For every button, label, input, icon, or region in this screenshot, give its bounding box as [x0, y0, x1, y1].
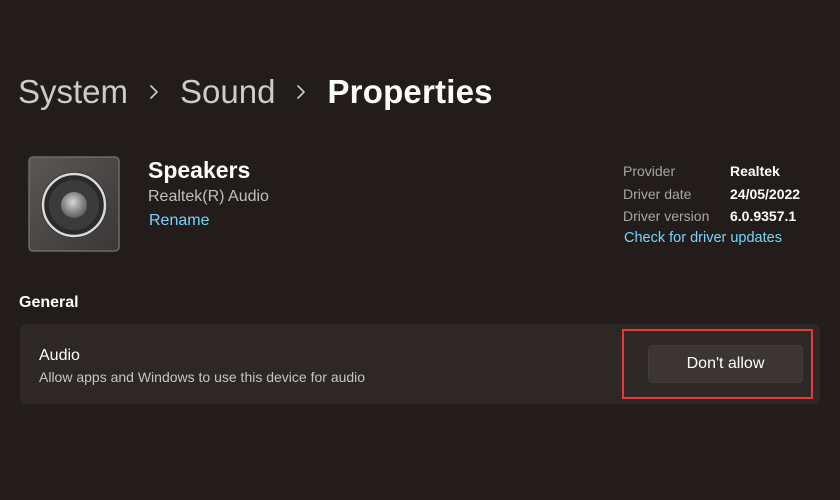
dont-allow-button[interactable]: Don't allow: [648, 345, 803, 383]
provider-label: Provider: [623, 163, 676, 179]
page-title: Properties: [327, 73, 493, 110]
device-subtitle: Realtek(R) Audio: [148, 188, 269, 205]
driver-date-label: Driver date: [623, 185, 692, 202]
driver-date-row: Driver date 24/05/2022: [623, 183, 828, 206]
breadcrumb-system[interactable]: System: [18, 73, 128, 111]
driver-version-value: 6.0.9357.1: [730, 208, 797, 224]
breadcrumb-sound[interactable]: Sound: [180, 73, 275, 111]
driver-info: Provider Realtek Driver date 24/05/2022 …: [623, 160, 828, 246]
driver-version-label: Driver version: [623, 208, 710, 224]
audio-setting-card: Audio Allow apps and Windows to use this…: [20, 324, 820, 404]
driver-provider-row: Provider Realtek: [623, 160, 828, 183]
audio-setting-title: Audio: [39, 347, 80, 364]
driver-date-value: 24/05/2022: [730, 185, 801, 202]
chevron-right-icon: [128, 84, 180, 100]
breadcrumb: System Sound Properties: [18, 70, 493, 114]
section-title-general: General: [19, 294, 79, 311]
audio-setting-description: Allow apps and Windows to use this devic…: [39, 369, 366, 385]
rename-link[interactable]: Rename: [149, 212, 209, 230]
check-driver-updates-link[interactable]: Check for driver updates: [624, 230, 782, 246]
device-name: Speakers: [148, 157, 251, 183]
chevron-right-icon: [275, 84, 327, 100]
provider-value: Realtek: [730, 163, 780, 179]
speaker-icon: [28, 156, 120, 252]
driver-version-row: Driver version 6.0.9357.1: [623, 205, 828, 228]
